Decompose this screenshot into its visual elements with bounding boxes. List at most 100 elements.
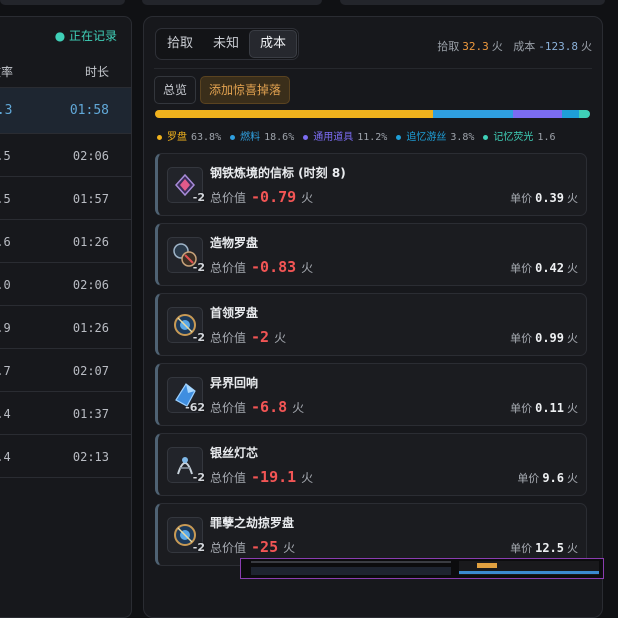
pickup-label: 拾取: [437, 40, 460, 53]
currency-unit: 火: [274, 331, 287, 345]
total-value-label: 总价值: [210, 401, 247, 415]
currency-unit: 火: [567, 402, 578, 415]
loot-item-card[interactable]: -2 罪孽之劫掠罗盘 总价值 -25 火单价 12.5 火: [155, 503, 587, 566]
item-unit-price: 单价 0.39 火: [510, 190, 578, 206]
distribution-segment: [578, 110, 590, 118]
currency-unit: 火: [567, 542, 578, 555]
distribution-segment: [513, 110, 563, 118]
legend-label: 记忆荧光: [493, 132, 534, 143]
cost-label: 成本: [513, 40, 536, 53]
top-tab-remnant: [340, 0, 605, 5]
distribution-segment: [432, 110, 514, 118]
total-value-number: -19.1: [251, 468, 297, 486]
total-value-label: 总价值: [210, 471, 247, 485]
session-row[interactable]: 6.3 01:58: [0, 88, 131, 134]
legend-dot-icon: [303, 134, 309, 140]
tab-group: 拾取 未知 成本: [155, 28, 300, 60]
loot-item-card[interactable]: -2 造物罗盘 总价值 -0.83 火单价 0.42 火: [155, 223, 587, 286]
item-total-value: 总价值 -6.8 火: [210, 398, 304, 416]
legend-percent: 11.2%: [357, 132, 388, 143]
item-quantity: -2: [192, 471, 205, 484]
legend-label: 燃料: [240, 132, 261, 143]
legend-label: 通用道具: [313, 132, 354, 143]
category-distribution-bar: [155, 110, 590, 118]
divider: [154, 68, 592, 69]
currency-unit: 火: [301, 261, 314, 275]
loot-item-card[interactable]: -2 钢铁炼境的信标 (时刻 8) 总价值 -0.79 火单价 0.39 火: [155, 153, 587, 216]
window-thumbnail[interactable]: [240, 558, 604, 579]
session-row[interactable]: 9.7 02:07: [0, 349, 131, 392]
add-surprise-drop-button[interactable]: 添加惊喜掉落: [200, 76, 291, 104]
category-legend: 罗盘 63.8% 燃料 18.6% 通用道具 11.2% 追忆游丝 3.8% 记忆荧光 1.6: [157, 128, 564, 143]
item-name: 异界回响: [210, 376, 259, 390]
loot-detail-panel: 拾取 未知 成本 拾取 32.3 火 成本 -123.8 火 总览 添加惊喜掉落 罗盘 6…: [143, 16, 603, 618]
currency-unit: 火: [292, 401, 305, 415]
legend-item: 记忆荧光 1.6: [483, 128, 555, 143]
top-tab-remnant: [142, 0, 322, 5]
item-name: 罪孽之劫掠罗盘: [210, 516, 295, 530]
unit-price-number: 0.11: [535, 401, 564, 415]
session-duration: 01:26: [72, 321, 109, 335]
currency-unit: 火: [301, 191, 314, 205]
unit-price-number: 0.99: [535, 331, 564, 345]
total-value-number: -2: [251, 328, 270, 346]
session-rate: 9.7: [0, 364, 11, 378]
session-duration: 02:06: [72, 278, 109, 292]
loot-item-card[interactable]: -62 异界回响 总价值 -6.8 火单价 0.11 火: [155, 363, 587, 426]
unit-price-number: 12.5: [535, 541, 564, 555]
column-header-duration: 时长: [84, 65, 109, 79]
tab-pickup[interactable]: 拾取: [157, 30, 203, 58]
total-value-label: 总价值: [210, 261, 247, 275]
thumbnail-part: [251, 561, 451, 563]
unit-price-number: 9.6: [542, 471, 564, 485]
session-rate: 8.4: [0, 450, 11, 464]
item-quantity: -2: [192, 541, 205, 554]
session-row[interactable]: 0.5 02:06: [0, 134, 131, 177]
legend-label: 罗盘: [167, 132, 187, 143]
total-value-number: -6.8: [251, 398, 288, 416]
overview-button[interactable]: 总览: [154, 76, 197, 104]
session-rate: 7.9: [0, 321, 11, 335]
legend-dot-icon: [483, 134, 489, 140]
legend-item: 罗盘 63.8%: [157, 128, 221, 143]
session-list: 6.3 01:58 0.5 02:06 7.5 01:57 5.6 01:26 8.0 02:06…: [0, 88, 131, 478]
currency-unit: 火: [567, 472, 578, 485]
legend-dot-icon: [396, 134, 402, 140]
column-header-rate: 效率: [0, 65, 14, 79]
session-duration: 01:58: [69, 103, 109, 118]
loot-item-card[interactable]: -2 银丝灯芯 总价值 -19.1 火单价 9.6 火: [155, 433, 587, 496]
session-duration: 02:13: [72, 450, 109, 464]
session-row[interactable]: 8.4 02:13: [0, 435, 131, 478]
unit-price-label: 单价: [517, 472, 540, 485]
session-row[interactable]: 7.5 01:57: [0, 177, 131, 220]
legend-dot-icon: [230, 134, 236, 140]
summary-totals: 拾取 32.3 火 成本 -123.8 火: [437, 38, 592, 54]
total-value-label: 总价值: [210, 191, 247, 205]
item-unit-price: 单价 0.11 火: [510, 400, 578, 416]
top-tab-remnant: [0, 0, 125, 5]
session-duration: 01:37: [72, 407, 109, 421]
item-name: 银丝灯芯: [210, 446, 259, 460]
unit-label: 火: [581, 40, 592, 53]
unit-price-label: 单价: [510, 332, 533, 345]
item-unit-price: 单价 0.42 火: [510, 260, 578, 276]
distribution-segment: [562, 110, 579, 118]
pickup-value: 32.3: [462, 40, 489, 53]
unit-price-number: 0.39: [535, 191, 564, 205]
session-row[interactable]: 8.0 02:06: [0, 263, 131, 306]
session-row[interactable]: 5.4 01:37: [0, 392, 131, 435]
tab-cost[interactable]: 成本: [249, 30, 298, 58]
item-total-value: 总价值 -25 火: [210, 538, 295, 556]
item-name: 首领罗盘: [210, 306, 259, 320]
currency-unit: 火: [283, 541, 296, 555]
session-duration: 02:06: [72, 149, 109, 163]
session-row[interactable]: 7.9 01:26: [0, 306, 131, 349]
thumbnail-part: [459, 571, 599, 574]
loot-item-card[interactable]: -2 首领罗盘 总价值 -2 火单价 0.99 火: [155, 293, 587, 356]
item-unit-price: 单价 9.6 火: [517, 470, 578, 486]
currency-unit: 火: [567, 262, 578, 275]
currency-unit: 火: [301, 471, 314, 485]
session-row[interactable]: 5.6 01:26: [0, 220, 131, 263]
tab-unknown[interactable]: 未知: [203, 30, 249, 58]
distribution-segment: [155, 110, 433, 118]
